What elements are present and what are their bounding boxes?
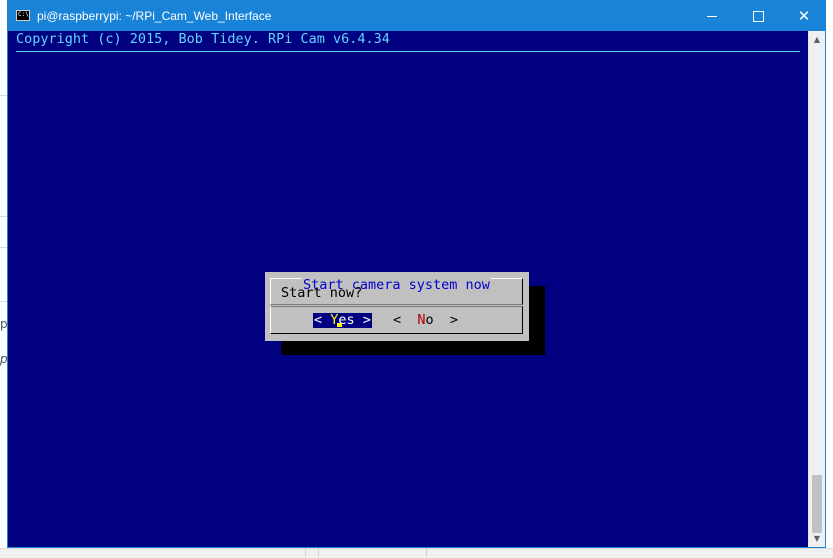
terminal-window[interactable]: C:\ pi@raspberrypi: ~/RPi_Cam_Web_Interf…: [7, 0, 826, 548]
no-bracket-right: >: [433, 312, 459, 328]
backtitle-divider: [16, 51, 800, 52]
no-bracket-left: <: [393, 312, 418, 328]
yes-bracket-left: <: [314, 312, 331, 328]
backtitle: Copyright (c) 2015, Bob Tidey. RPi Cam v…: [16, 31, 390, 47]
maximize-icon: [752, 10, 764, 22]
yes-button[interactable]: < Yes >: [313, 313, 372, 328]
yes-bracket-right: >: [354, 312, 371, 328]
scrollbar-thumb[interactable]: [812, 475, 822, 533]
console-icon[interactable]: C:\: [16, 10, 30, 21]
window-title: pi@raspberrypi: ~/RPi_Cam_Web_Interface: [37, 9, 272, 23]
vertical-scrollbar[interactable]: ▲ ▼: [808, 31, 825, 547]
background-divider: [426, 548, 427, 557]
no-label-rest: o: [425, 312, 434, 328]
dialog-message: Start now?: [281, 285, 363, 301]
console-area[interactable]: Copyright (c) 2015, Bob Tidey. RPi Cam v…: [8, 31, 808, 547]
no-hotkey: N: [417, 312, 426, 328]
title-bar[interactable]: C:\ pi@raspberrypi: ~/RPi_Cam_Web_Interf…: [8, 1, 825, 31]
background-divider: [305, 548, 306, 557]
minimize-button[interactable]: [689, 1, 735, 31]
close-button[interactable]: ✕: [781, 1, 827, 31]
scroll-down-arrow-icon[interactable]: ▼: [809, 530, 825, 547]
background-divider: [318, 548, 319, 557]
close-icon: ✕: [797, 6, 811, 25]
text-cursor: [337, 323, 342, 327]
confirm-dialog: Start camera system now Start now? < Yes…: [265, 272, 529, 341]
scroll-up-arrow-icon[interactable]: ▲: [809, 31, 825, 48]
no-button[interactable]: < No >: [393, 313, 458, 328]
maximize-button[interactable]: [735, 1, 781, 31]
minimize-icon: [707, 15, 717, 17]
